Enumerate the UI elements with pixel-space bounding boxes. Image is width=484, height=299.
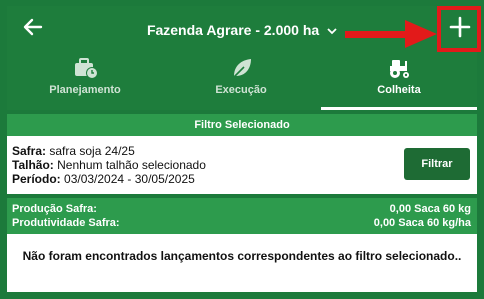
talhao-row: Talhão: Nenhum talhão selecionado <box>12 158 206 172</box>
periodo-label: Período: <box>12 172 61 186</box>
periodo-value: 03/03/2024 - 30/05/2025 <box>64 172 195 186</box>
tractor-icon <box>390 60 409 78</box>
produtividade-value: 0,00 Saca 60 kg/ha <box>373 217 471 229</box>
red-arrow-annotation <box>345 20 437 48</box>
safra-label: Safra: <box>12 144 47 158</box>
talhao-label: Talhão: <box>12 158 54 172</box>
farm-title: Fazenda Agrare - 2.000 ha <box>146 22 320 38</box>
briefcase-clock-icon <box>75 58 98 79</box>
tab-label: Planejamento <box>49 84 121 96</box>
producao-label: Produção Safra: <box>12 203 97 215</box>
safra-value: safra soja 24/25 <box>49 144 135 158</box>
talhao-value: Nenhum talhão selecionado <box>57 158 206 172</box>
tab-planejamento[interactable]: Planejamento <box>7 52 163 110</box>
tab-colheita[interactable]: Colheita <box>321 52 477 110</box>
tab-label: Execução <box>215 84 267 96</box>
plus-icon <box>449 16 471 38</box>
empty-state-message: Não foram encontrados lançamentos corres… <box>7 234 477 292</box>
filter-card: Safra: safra soja 24/25 Talhão: Nenhum t… <box>7 136 477 194</box>
filter-button[interactable]: Filtrar <box>404 148 470 180</box>
producao-value: 0,00 Saca 60 kg <box>389 203 471 215</box>
summary-panel: Produção Safra: 0,00 Saca 60 kg Produtiv… <box>7 198 477 234</box>
filter-heading: Filtro Selecionado <box>7 114 477 136</box>
periodo-row: Período: 03/03/2024 - 30/05/2025 <box>12 172 195 186</box>
leaf-icon <box>233 59 251 78</box>
tab-label: Colheita <box>377 84 421 96</box>
add-button[interactable] <box>437 6 481 52</box>
safra-row: Safra: safra soja 24/25 <box>12 144 135 158</box>
chevron-down-icon <box>327 28 337 35</box>
produtividade-label: Produtividade Safra: <box>12 217 120 229</box>
tab-bar: Planejamento Execução Colheita <box>7 52 477 110</box>
app-frame: Fazenda Agrare - 2.000 ha Planejamento E… <box>0 0 484 299</box>
tab-execucao[interactable]: Execução <box>163 52 319 110</box>
